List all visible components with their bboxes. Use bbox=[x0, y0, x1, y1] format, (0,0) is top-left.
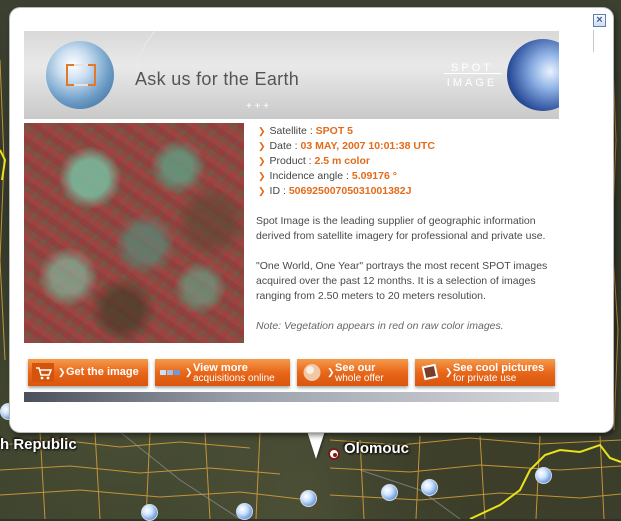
satellite-image-thumbnail[interactable] bbox=[24, 123, 244, 343]
arrow-icon: ❯ bbox=[185, 367, 193, 377]
close-icon[interactable]: × bbox=[593, 14, 606, 27]
bullet-icon: ❯ bbox=[258, 141, 266, 151]
map-label-olomouc: Olomouc bbox=[344, 440, 410, 457]
arrow-icon: ❯ bbox=[58, 367, 66, 377]
info-label: Date : bbox=[269, 140, 301, 152]
info-value: 50692500705031001382J bbox=[288, 185, 412, 197]
image-placemark-icon[interactable] bbox=[381, 484, 398, 501]
image-placemark-icon[interactable] bbox=[300, 490, 317, 507]
see-offer-sublabel: whole offer bbox=[335, 373, 384, 384]
info-label: Incidence angle : bbox=[269, 170, 352, 182]
image-placemark-icon[interactable] bbox=[236, 503, 253, 520]
globe-icon bbox=[303, 364, 321, 381]
footer-gradient-bar bbox=[24, 392, 559, 402]
info-value: 03 MAY, 2007 10:01:38 UTC bbox=[300, 140, 435, 152]
info-id: ❯ ID : 50692500705031001382J bbox=[258, 184, 435, 199]
place-marker-olomouc[interactable] bbox=[328, 448, 340, 460]
shopping-cart-icon bbox=[32, 363, 54, 382]
banner-slogan: Ask us for the Earth bbox=[135, 69, 300, 89]
info-label: Satellite : bbox=[269, 125, 316, 137]
thumbnails-icon bbox=[160, 370, 180, 375]
cool-pictures-sublabel: for private use bbox=[453, 373, 517, 384]
logo-divider bbox=[444, 73, 502, 74]
info-value: 5.09176 ° bbox=[351, 170, 397, 182]
info-satellite: ❯ Satellite : SPOT 5 bbox=[258, 124, 435, 139]
info-date: ❯ Date : 03 MAY, 2007 10:01:38 UTC bbox=[258, 139, 435, 154]
image-placemark-icon[interactable] bbox=[535, 467, 552, 484]
arrow-icon: ❯ bbox=[445, 367, 453, 377]
info-value: 2.5 m color bbox=[314, 155, 370, 167]
arrow-icon: ❯ bbox=[327, 367, 335, 377]
get-image-button[interactable]: ❯ Get the image bbox=[28, 359, 148, 386]
info-label: ID : bbox=[269, 185, 289, 197]
spot-image-banner: Ask us for the Earth + + + SPOT IMAGE bbox=[24, 31, 559, 119]
see-whole-offer-button[interactable]: ❯ See our whole offer bbox=[297, 359, 408, 386]
view-more-sublabel: acquisitions online bbox=[193, 373, 275, 384]
spot-image-logo: SPOT IMAGE bbox=[442, 61, 502, 91]
info-value: SPOT 5 bbox=[315, 125, 354, 137]
image-placemark-icon[interactable] bbox=[141, 504, 158, 521]
logo-line-2: IMAGE bbox=[446, 77, 498, 89]
one-world-description: "One World, One Year" portrays the most … bbox=[256, 260, 548, 302]
target-reticle-icon bbox=[66, 64, 96, 86]
bullet-icon: ❯ bbox=[258, 186, 266, 196]
banner-stars: + + + bbox=[246, 101, 270, 112]
image-metadata-list: ❯ Satellite : SPOT 5 ❯ Date : 03 MAY, 2007… bbox=[258, 124, 435, 199]
bullet-icon: ❯ bbox=[258, 171, 266, 181]
see-cool-pictures-button[interactable]: ❯ See cool pictures for private use bbox=[415, 359, 555, 386]
image-placemark-icon[interactable] bbox=[421, 479, 438, 496]
photo-icon bbox=[421, 363, 439, 381]
bullet-icon: ❯ bbox=[258, 156, 266, 166]
scrollbar[interactable] bbox=[593, 30, 605, 52]
vegetation-note: Note: Vegetation appears in red on raw c… bbox=[256, 320, 504, 332]
planet-icon bbox=[507, 39, 559, 111]
get-image-label: Get the image bbox=[66, 366, 139, 378]
balloon-pointer bbox=[307, 431, 325, 459]
map-label-czech-republic: h Republic bbox=[0, 436, 77, 453]
bullet-icon: ❯ bbox=[258, 126, 266, 136]
info-incidence-angle: ❯ Incidence angle : 5.09176 ° bbox=[258, 169, 435, 184]
company-description: Spot Image is the leading supplier of ge… bbox=[256, 215, 546, 242]
info-label: Product : bbox=[269, 155, 315, 167]
view-more-acquisitions-button[interactable]: ❯ View more acquisitions online bbox=[155, 359, 290, 386]
info-product: ❯ Product : 2.5 m color bbox=[258, 154, 435, 169]
